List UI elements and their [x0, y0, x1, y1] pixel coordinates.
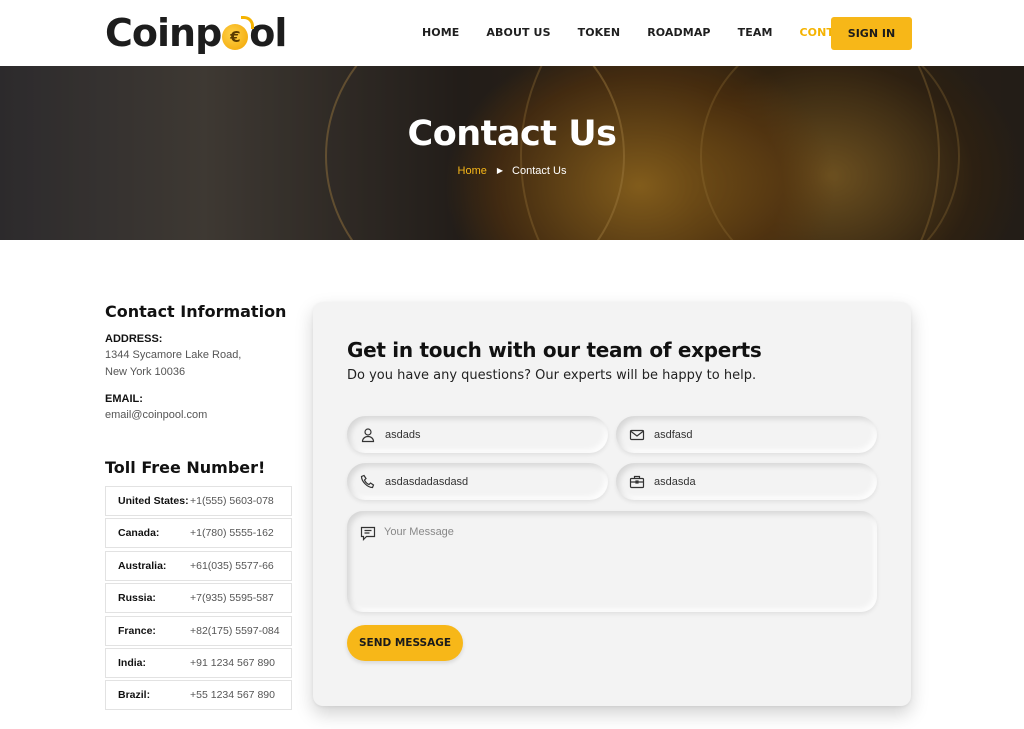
email-field[interactable]: asdfasd: [616, 416, 877, 453]
coinpool-logo[interactable]: Coinp € ol: [105, 10, 287, 56]
table-row: Brazil: +55 1234 567 890: [105, 680, 292, 711]
email-label: EMAIL:: [105, 393, 143, 405]
table-row: Russia: +7(935) 5595-587: [105, 583, 292, 614]
country-label: Brazil:: [118, 689, 151, 702]
address-line-1: 1344 Sycamore Lake Road,: [105, 349, 242, 361]
phone-number: +55 1234 567 890: [190, 689, 275, 702]
phone-number: +61(035) 5577-66: [190, 559, 274, 572]
subject-value: asdasda: [654, 475, 696, 488]
caret-right-icon: ▶: [496, 166, 504, 175]
logo-text-right: ol: [249, 11, 287, 55]
address-line-2: New York 10036: [105, 366, 186, 378]
table-row: Australia: +61(035) 5577-66: [105, 550, 292, 581]
send-message-button[interactable]: SEND MESSAGE: [347, 625, 463, 661]
phone-icon: [360, 474, 376, 490]
nav-roadmap[interactable]: ROADMAP: [647, 26, 710, 39]
toll-free-heading: Toll Free Number!: [105, 458, 266, 477]
breadcrumb: Home ▶ Contact Us: [0, 165, 1024, 177]
breadcrumb-current: Contact Us: [512, 165, 567, 177]
page-title: Contact Us: [407, 114, 617, 154]
email-value: asdfasd: [654, 428, 693, 441]
nav-team[interactable]: TEAM: [738, 26, 773, 39]
hero-banner: Contact Us Home ▶ Contact Us: [0, 66, 1024, 240]
site-header: Coinp € ol HOME ABOUT US TOKEN ROADMAP TEA…: [0, 0, 1024, 66]
table-row: France: +82(175) 5597-084: [105, 615, 292, 646]
contact-info-heading: Contact Information: [105, 302, 287, 321]
table-row: Canada: +1(780) 5555-162: [105, 518, 292, 549]
chat-bubble-icon: [360, 525, 376, 541]
sign-in-button[interactable]: SIGN IN: [831, 17, 912, 50]
phone-number: +1(780) 5555-162: [190, 527, 274, 540]
phone-field[interactable]: asdasdadasdasd: [347, 463, 608, 500]
country-label: France:: [118, 624, 156, 637]
phone-number: +7(935) 5595-587: [190, 592, 274, 605]
table-row: United States: +1(555) 5603-078: [105, 486, 292, 516]
briefcase-icon: [629, 474, 645, 490]
country-label: United States:: [118, 495, 189, 507]
envelope-icon: [629, 427, 645, 443]
user-icon: [360, 427, 376, 443]
email-link[interactable]: email@coinpool.com: [105, 407, 207, 424]
phone-number: +1(555) 5603-078: [190, 495, 274, 507]
form-heading: Get in touch with our team of experts: [347, 338, 762, 362]
phone-number: +91 1234 567 890: [190, 656, 275, 669]
country-label: Australia:: [118, 559, 167, 572]
country-label: Canada:: [118, 527, 160, 540]
address-label: ADDRESS:: [105, 333, 163, 345]
phone-number: +82(175) 5597-084: [190, 624, 280, 637]
nav-token[interactable]: TOKEN: [578, 26, 621, 39]
nav-about-us[interactable]: ABOUT US: [486, 26, 550, 39]
coin-icon: €: [222, 16, 255, 50]
logo-text-left: Coinp: [105, 11, 222, 55]
toll-free-table: United States: +1(555) 5603-078 Canada: +1…: [105, 486, 292, 713]
breadcrumb-home-link[interactable]: Home: [458, 165, 487, 177]
subject-field[interactable]: asdasda: [616, 463, 877, 500]
name-field[interactable]: asdads: [347, 416, 608, 453]
nav-home[interactable]: HOME: [422, 26, 459, 39]
country-label: India:: [118, 656, 146, 669]
table-row: India: +91 1234 567 890: [105, 647, 292, 678]
message-textarea[interactable]: Your Message: [347, 511, 877, 612]
name-value: asdads: [385, 428, 421, 441]
contact-form-card: Get in touch with our team of experts Do…: [313, 302, 911, 706]
country-label: Russia:: [118, 592, 156, 605]
phone-value: asdasdadasdasd: [385, 475, 469, 488]
form-subheading: Do you have any questions? Our experts w…: [347, 368, 757, 383]
message-placeholder: Your Message: [384, 526, 454, 538]
